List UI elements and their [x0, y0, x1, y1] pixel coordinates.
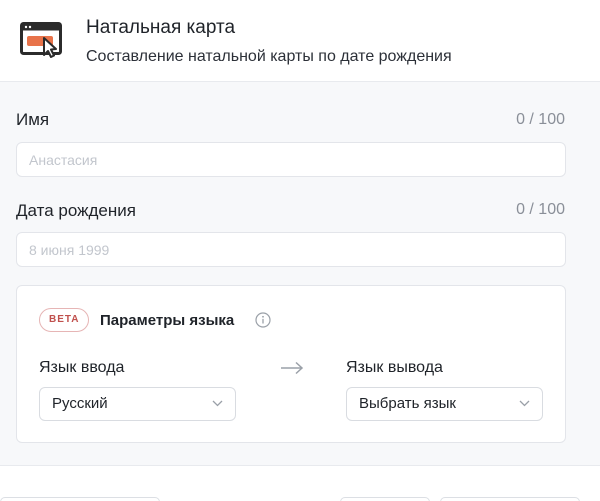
output-language-select[interactable]: Выбрать язык	[346, 387, 543, 421]
birth-date-input[interactable]	[16, 232, 566, 267]
name-label: Имя	[16, 110, 50, 129]
input-language-value: Русский	[52, 395, 108, 412]
beta-badge: BETA	[39, 308, 90, 332]
name-input[interactable]	[16, 142, 566, 177]
app-title: Натальная карта	[86, 17, 236, 38]
language-settings-title: Параметры языка	[100, 312, 235, 329]
app-header: Натальная карта Составление натальной ка…	[0, 0, 600, 82]
birth-date-char-counter: 0 / 100	[516, 201, 565, 218]
birth-date-label: Дата рождения	[16, 201, 136, 220]
language-settings-card: BETA Параметры языка Язык ввода Язык выв…	[16, 285, 566, 443]
footer-bar	[0, 466, 600, 501]
output-language-label: Язык вывода	[346, 359, 443, 376]
info-icon[interactable]	[255, 312, 271, 328]
arrow-right-icon	[281, 361, 304, 375]
chevron-down-icon	[212, 400, 223, 407]
name-char-counter: 0 / 100	[516, 111, 565, 128]
footer-button-middle[interactable]	[340, 497, 430, 501]
app-subtitle: Составление натальной карты по дате рожд…	[86, 48, 452, 65]
chevron-down-icon	[519, 400, 530, 407]
footer-button-right[interactable]	[440, 497, 580, 501]
browser-cursor-icon	[20, 22, 62, 58]
output-language-value: Выбрать язык	[359, 395, 456, 412]
footer-button-left[interactable]	[0, 497, 160, 501]
input-language-label: Язык ввода	[39, 359, 125, 376]
input-language-select[interactable]: Русский	[39, 387, 236, 421]
